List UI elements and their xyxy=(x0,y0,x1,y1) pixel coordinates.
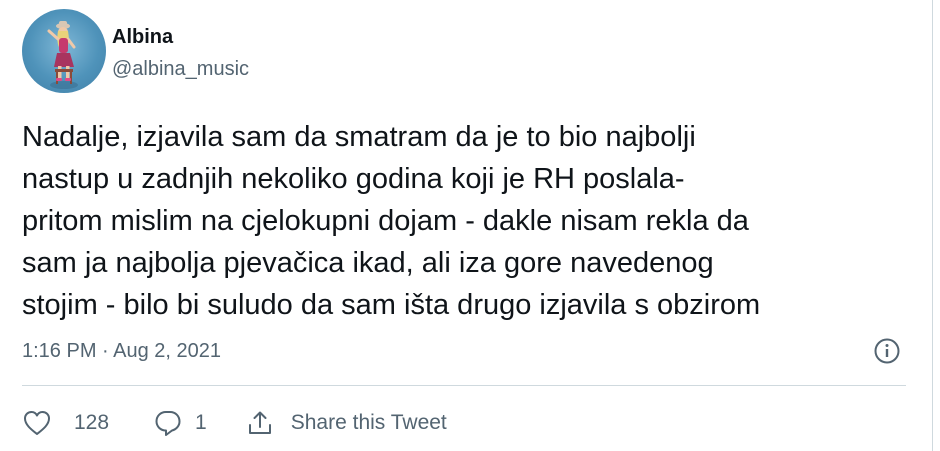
tweet-text: Nadalje, izjavila sam da smatram da je t… xyxy=(22,121,761,321)
tweet-card: Albina @albina_music Nadalje, izjavila s… xyxy=(0,0,933,451)
like-count: 128 xyxy=(74,411,110,434)
author-name[interactable]: Albina xyxy=(112,26,173,49)
avatar-image xyxy=(47,21,78,89)
reply-icon xyxy=(153,409,183,437)
share-label: Share this Tweet xyxy=(290,411,447,434)
reply-count: 1 xyxy=(195,411,207,434)
avatar[interactable] xyxy=(22,9,106,93)
tweet-actions: 128 1 Share this Tweet xyxy=(22,403,447,443)
share-icon xyxy=(245,409,275,437)
reply-button[interactable]: 1 xyxy=(153,409,245,437)
divider xyxy=(22,385,906,386)
info-icon[interactable] xyxy=(873,337,901,365)
heart-icon xyxy=(22,409,52,437)
like-button[interactable]: 128 xyxy=(22,409,153,437)
author-handle[interactable]: @albina_music xyxy=(112,58,249,81)
share-button[interactable]: Share this Tweet xyxy=(245,409,447,437)
tweet-timestamp[interactable]: 1:16 PM · Aug 2, 2021 xyxy=(22,340,221,363)
